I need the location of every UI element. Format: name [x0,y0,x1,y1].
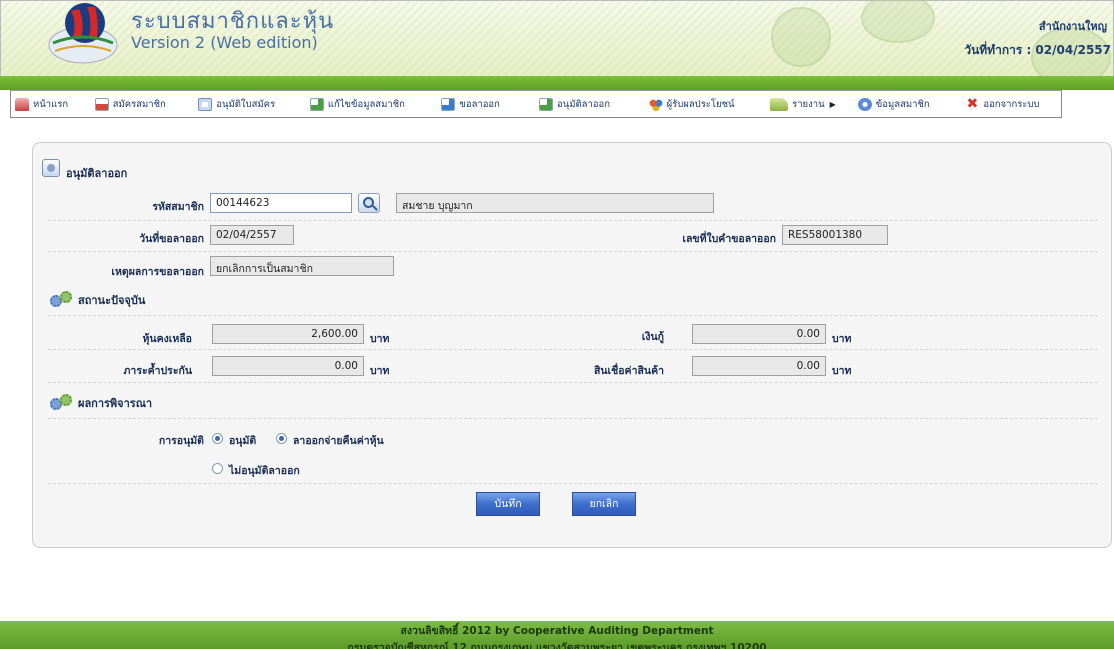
search-member-button[interactable] [358,193,380,213]
menu-item-label: สมัครสมาชิก [112,98,166,110]
menu-item-logout[interactable]: ✖ ออกจากระบบ [965,97,1061,112]
gears-icon [50,394,74,412]
menu-item-label: ออกจากระบบ [983,98,1040,110]
goods-credit-field: 0.00 [692,356,826,376]
submenu-arrow-icon: ▶ [829,99,836,109]
divider [48,382,1098,383]
request-date-label: วันที่ขอลาออก [139,233,204,245]
approve-application-icon [198,97,213,111]
menu-item-report[interactable]: รายงาน ▶ [770,97,858,112]
menu-item-member-info[interactable]: ข้อมูลสมาชิก [857,97,966,112]
approve-radio-label: อนุมัติ [229,435,257,447]
app-version: Version 2 (Web edition) [131,33,318,52]
refund-shares-radio[interactable] [276,433,287,444]
resign-reason-field: ยกเลิกการเป็นสมาชิก [210,256,394,276]
current-status-label: สถานะปัจจุบัน [78,294,146,307]
menu-item-label: อนุมัติลาออก [557,98,610,110]
beneficiary-icon [648,97,663,111]
menu-item-beneficiary[interactable]: ผู้รับผลประโยชน์ [648,97,771,112]
branch-name: สำนักงานใหญ [1038,20,1107,33]
menu-item-label: ข้อมูลสมาชิก [875,98,930,110]
member-info-icon [857,97,872,111]
form-title-label: อนุมัติลาออก [66,167,128,180]
divider [48,349,1098,350]
divider [48,220,1098,221]
gears-icon [50,291,74,309]
reject-radio-label: ไม่อนุมัติลาออก [229,465,300,477]
request-number-field: RES58001380 [782,225,888,245]
header-divider [0,76,1114,90]
resign-reason-label: เหตุผลการขอลาออก [111,266,204,278]
member-name-field: สมชาย บุญมาก [396,193,714,213]
shares-remaining-label: หุ้นคงเหลือ [142,333,192,345]
menu-item-home[interactable]: หน้าแรก [15,97,95,112]
refund-shares-radio-label: ลาออกจ่ายคืนค่าหุ้น [293,435,384,447]
divider [48,315,1098,316]
address-text: กรมตรวจบัญชีสหกรณ์ 12 ถนนกรุงเกษม แขวงวั… [347,642,767,649]
currency-unit: บาท [370,365,390,377]
coin-decoration [861,0,935,43]
menu-item-label: แก้ไขข้อมูลสมาชิก [327,98,405,110]
currency-unit: บาท [832,365,852,377]
guarantee-obligation-field: 0.00 [212,356,364,376]
copyright-text: สงวนลิขสิทธิ์ 2012 by Cooperative Auditi… [400,625,714,637]
logout-icon: ✖ [966,95,979,112]
register-icon [94,97,109,111]
app-logo-icon [48,3,118,64]
menu-item-label: หน้าแรก [33,98,69,110]
request-number-label: เลขที่ใบคำขอลาออก [682,233,776,245]
form-title: อนุมัติลาออก [42,154,127,182]
edit-member-icon [309,97,324,111]
work-date: วันที่ทำการ : 02/04/2557 [964,43,1111,57]
app-footer: สงวนลิขสิทธิ์ 2012 by Cooperative Auditi… [0,621,1114,649]
reject-radio[interactable] [212,463,223,474]
menu-item-label: รายงาน [792,98,825,110]
menu-item-resign-request[interactable]: ขอลาออก [441,97,539,112]
report-icon [770,97,789,111]
save-button[interactable]: บันทึก [476,492,540,516]
guarantee-obligation-label: ภาระค้ำประกัน [123,365,193,377]
cancel-button[interactable]: ยกเลิก [572,492,636,516]
resign-request-icon [441,97,456,111]
currency-unit: บาท [370,333,390,345]
home-icon [15,97,29,111]
divider [48,418,1098,419]
approve-resign-icon [539,97,553,111]
menu-item-label: อนุมัติใบสมัคร [216,98,276,110]
member-id-field[interactable]: 00144623 [210,193,352,213]
divider [48,483,1098,484]
request-date-field: 02/04/2557 [210,225,294,245]
loan-field: 0.00 [692,324,826,344]
decision-title: ผลการพิจารณา [50,394,152,412]
goods-credit-label: สินเชื่อค่าสินค้า [593,365,664,377]
menu-item-approve-resign[interactable]: อนุมัติลาออก [539,97,649,112]
main-menu: หน้าแรก สมัครสมาชิก อนุมัติใบสมัคร แก้ไข… [10,90,1062,118]
loan-label: เงินกู้ [641,331,664,343]
menu-item-label: ผู้รับผลประโยชน์ [666,98,735,110]
decision-label: ผลการพิจารณา [78,397,153,410]
menu-item-edit-member[interactable]: แก้ไขข้อมูลสมาชิก [309,97,442,112]
currency-unit: บาท [832,333,852,345]
approval-label: การอนุมัติ [158,435,204,447]
menu-item-register[interactable]: สมัครสมาชิก [94,97,199,112]
divider [48,251,1098,252]
current-status-title: สถานะปัจจุบัน [50,291,145,309]
menu-item-label: ขอลาออก [459,98,500,110]
member-id-label: รหัสสมาชิก [152,201,204,213]
approve-radio[interactable] [212,433,223,444]
menu-item-approve-application[interactable]: อนุมัติใบสมัคร [198,97,310,112]
coin-decoration [771,7,831,67]
shares-remaining-field: 2,600.00 [212,324,364,344]
app-header: ระบบสมาชิกและหุ้น Version 2 (Web edition… [0,0,1114,87]
document-icon [42,159,60,177]
